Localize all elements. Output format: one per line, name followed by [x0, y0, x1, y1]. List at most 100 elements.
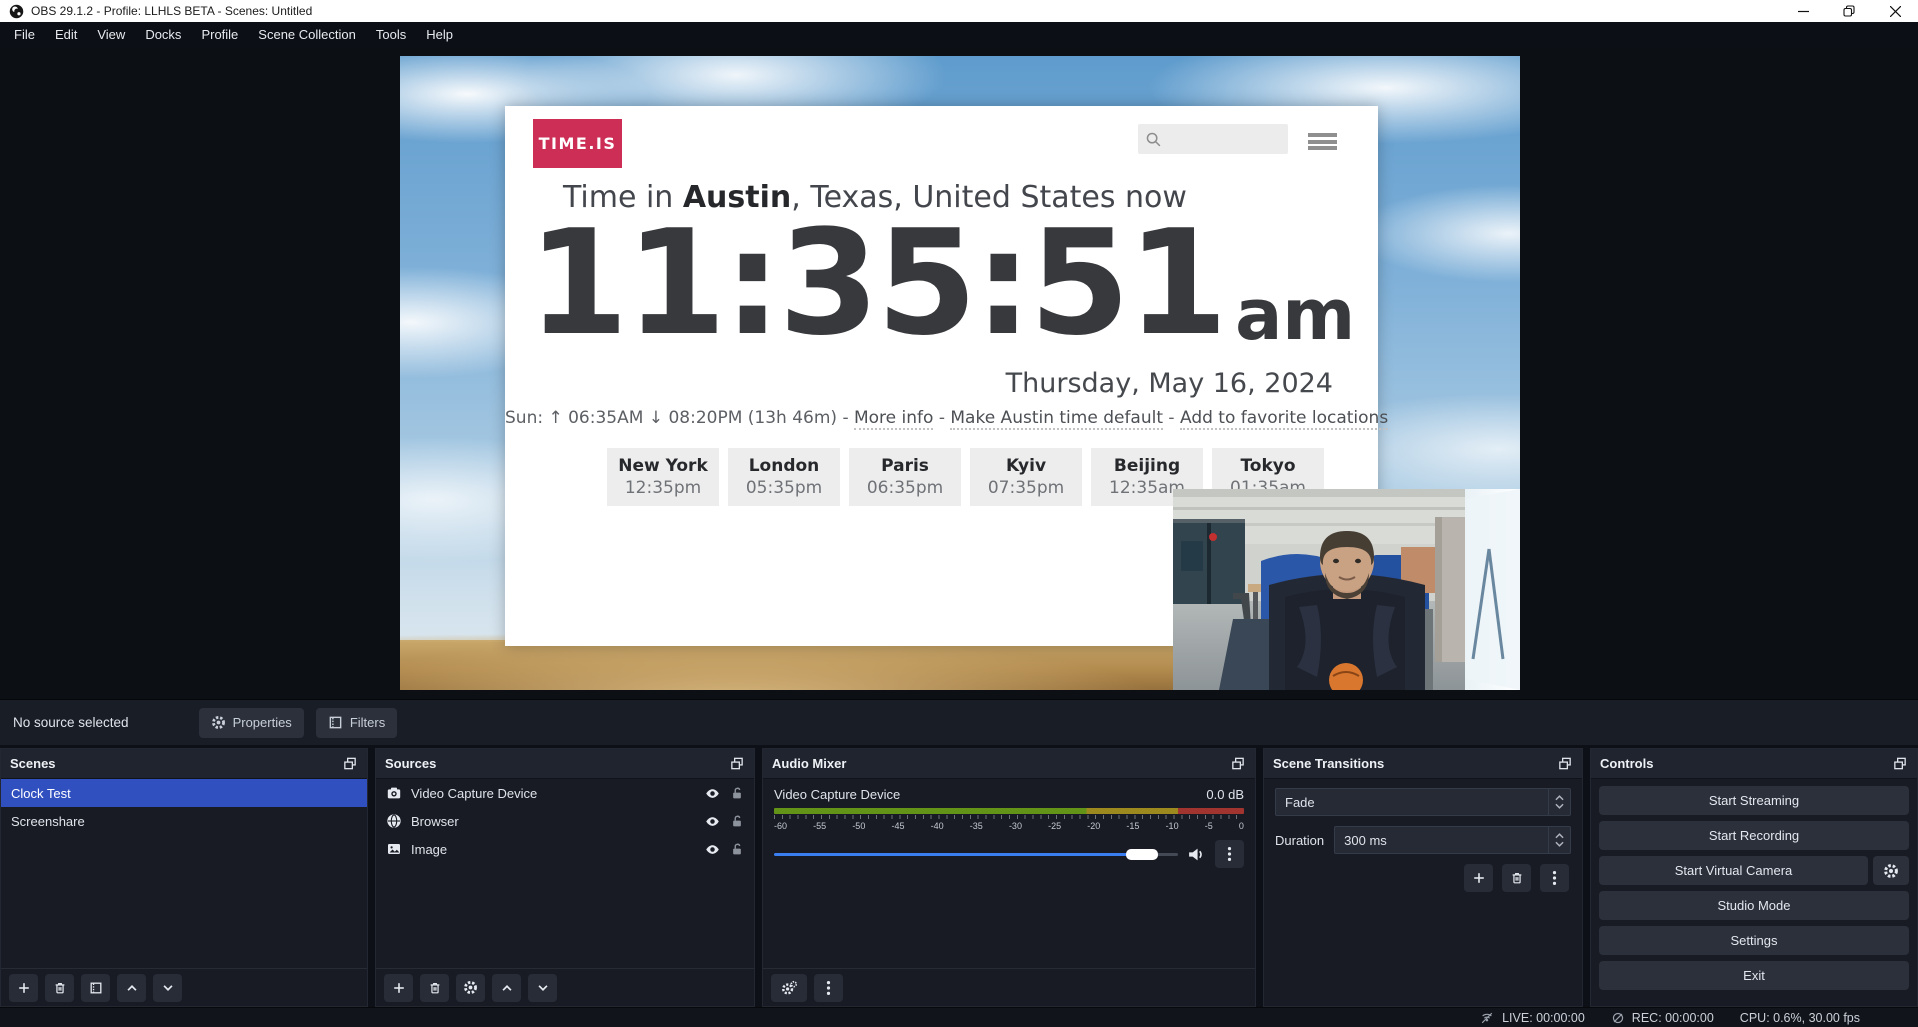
add-transition-button[interactable]	[1464, 864, 1493, 892]
source-row-browser[interactable]: Browser	[376, 807, 754, 835]
mixer-level-db: 0.0 dB	[1206, 787, 1244, 802]
window-titlebar: OBS 29.1.2 - Profile: LLHLS BETA - Scene…	[0, 0, 1918, 22]
restore-button[interactable]	[1826, 0, 1872, 22]
eye-icon[interactable]	[704, 814, 721, 829]
kebab-menu-icon	[826, 980, 831, 996]
unlock-icon[interactable]	[730, 842, 744, 857]
chevron-up-icon	[1555, 833, 1564, 839]
chevron-down-icon	[536, 981, 550, 995]
popout-icon	[1557, 756, 1573, 771]
unlock-icon[interactable]	[730, 786, 744, 801]
hamburger-menu-icon	[1308, 133, 1337, 150]
image-icon	[386, 841, 402, 857]
menu-help[interactable]: Help	[416, 22, 463, 48]
source-properties-button[interactable]	[456, 974, 485, 1002]
audio-mixer-panel: Audio Mixer Video Capture Device 0.0 dB …	[762, 748, 1256, 1007]
scene-transitions-panel: Scene Transitions Fade Duration 300 ms	[1263, 748, 1583, 1007]
statusbar: LIVE: 00:00:00 REC: 00:00:00 CPU: 0.6%, …	[0, 1007, 1918, 1027]
duration-spin-arrows[interactable]	[1548, 827, 1570, 853]
remove-scene-button[interactable]	[45, 974, 74, 1002]
mixer-channel-menu-button[interactable]	[1215, 840, 1244, 868]
scene-item-screenshare[interactable]: Screenshare	[1, 807, 367, 835]
move-source-down-button[interactable]	[528, 974, 557, 1002]
cpu-fps-status: CPU: 0.6%, 30.00 fps	[1740, 1011, 1860, 1025]
scenes-panel: Scenes Clock Test Screenshare	[0, 748, 368, 1007]
scene-item-clock-test[interactable]: Clock Test	[1, 779, 367, 807]
plus-icon	[392, 981, 406, 995]
dock-panels: Scenes Clock Test Screenshare Sources	[0, 745, 1918, 1007]
start-recording-button[interactable]: Start Recording	[1599, 821, 1909, 850]
properties-button[interactable]: Properties	[199, 708, 304, 738]
make-default-link: Make Austin time default	[950, 408, 1163, 430]
menu-profile[interactable]: Profile	[191, 22, 248, 48]
add-scene-button[interactable]	[9, 974, 38, 1002]
menu-tools[interactable]: Tools	[366, 22, 416, 48]
virtual-camera-settings-button[interactable]	[1873, 856, 1909, 885]
trash-icon	[1510, 871, 1524, 885]
exit-button[interactable]: Exit	[1599, 961, 1909, 990]
scenes-title: Scenes	[10, 756, 56, 771]
mixer-menu-button[interactable]	[814, 974, 843, 1002]
minimize-button[interactable]	[1780, 0, 1826, 22]
chevron-up-icon	[1555, 795, 1564, 801]
transition-select[interactable]: Fade	[1275, 788, 1571, 816]
transition-menu-button[interactable]	[1540, 864, 1569, 892]
gear-icon	[1883, 863, 1899, 879]
unlock-icon[interactable]	[730, 814, 744, 829]
menubar: File Edit View Docks Profile Scene Colle…	[0, 22, 1918, 48]
eye-icon[interactable]	[704, 842, 721, 857]
clock-meridiem: am	[1235, 280, 1355, 350]
city-tile: London05:35pm	[728, 448, 840, 506]
city-tile: New York12:35pm	[607, 448, 719, 506]
menu-view[interactable]: View	[87, 22, 135, 48]
city-tile: Paris06:35pm	[849, 448, 961, 506]
kebab-menu-icon	[1552, 870, 1557, 886]
remove-source-button[interactable]	[420, 974, 449, 1002]
move-scene-down-button[interactable]	[153, 974, 182, 1002]
source-row-video-capture[interactable]: Video Capture Device	[376, 779, 754, 807]
move-scene-up-button[interactable]	[117, 974, 146, 1002]
chevron-up-icon	[500, 981, 514, 995]
remove-transition-button[interactable]	[1502, 864, 1531, 892]
volume-slider-handle[interactable]	[1126, 849, 1158, 860]
controls-panel: Controls Start Streaming Start Recording…	[1590, 748, 1918, 1007]
menu-docks[interactable]: Docks	[135, 22, 191, 48]
controls-title: Controls	[1600, 756, 1653, 771]
studio-mode-button[interactable]: Studio Mode	[1599, 891, 1909, 920]
timeis-sun-info: Sun: ↑ 06:35AM ↓ 08:20PM (13h 46m) - Mor…	[505, 408, 1378, 428]
plus-icon	[1472, 871, 1486, 885]
start-virtual-camera-button[interactable]: Start Virtual Camera	[1599, 856, 1868, 885]
start-streaming-button[interactable]: Start Streaming	[1599, 786, 1909, 815]
speaker-icon[interactable]	[1187, 846, 1206, 863]
add-source-button[interactable]	[384, 974, 413, 1002]
menu-scene-collection[interactable]: Scene Collection	[248, 22, 366, 48]
preview-canvas[interactable]: TIME.IS Time in Austin, Texas, United St…	[400, 56, 1520, 690]
kebab-menu-icon	[1227, 846, 1232, 862]
timeis-logo: TIME.IS	[533, 119, 622, 168]
eye-icon[interactable]	[704, 786, 721, 801]
obs-logo-icon	[9, 4, 24, 19]
duration-label: Duration	[1275, 833, 1324, 848]
transition-select-arrows[interactable]	[1548, 789, 1570, 815]
scene-filters-button[interactable]	[81, 974, 110, 1002]
close-button[interactable]	[1872, 0, 1918, 22]
trash-icon	[53, 981, 67, 995]
filter-icon	[328, 715, 343, 730]
menu-file[interactable]: File	[4, 22, 45, 48]
preview-region: TIME.IS Time in Austin, Texas, United St…	[0, 48, 1918, 699]
source-selection-status: No source selected	[13, 715, 129, 730]
duration-spinbox[interactable]: 300 ms	[1334, 826, 1571, 854]
move-source-up-button[interactable]	[492, 974, 521, 1002]
chevron-up-icon	[125, 981, 139, 995]
source-row-image[interactable]: Image	[376, 835, 754, 863]
webcam-video-source[interactable]	[1173, 489, 1520, 690]
camera-icon	[386, 785, 402, 801]
settings-button[interactable]: Settings	[1599, 926, 1909, 955]
menu-edit[interactable]: Edit	[45, 22, 87, 48]
advanced-audio-button[interactable]	[771, 974, 807, 1002]
clock-digits: 11:35:51	[528, 210, 1225, 358]
filters-button[interactable]: Filters	[316, 708, 397, 738]
volume-slider[interactable]	[774, 848, 1178, 860]
sources-title: Sources	[385, 756, 436, 771]
plus-icon	[17, 981, 31, 995]
